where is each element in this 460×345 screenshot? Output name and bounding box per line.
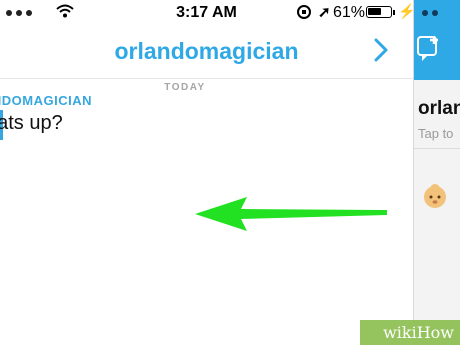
day-divider-label: TODAY: [164, 82, 206, 93]
orientation-lock-icon: [297, 5, 311, 19]
page-title[interactable]: orlandomagician: [0, 38, 413, 65]
chat-screen: 3:17 AM ➚ 61% ⚡ orlandomagician TODAY AN…: [0, 0, 413, 345]
friend-name[interactable]: orlan: [418, 98, 460, 120]
battery-icon: [366, 6, 392, 18]
location-arrow-icon: ➚: [318, 4, 331, 21]
message-text: hats up?: [0, 112, 63, 134]
new-chat-icon[interactable]: [417, 34, 443, 62]
chevron-right-icon[interactable]: [374, 38, 388, 62]
green-arrow-annotation: [195, 197, 387, 231]
signal-dots-icon: [422, 10, 438, 16]
status-bar: 3:17 AM ➚ 61% ⚡: [0, 0, 413, 26]
battery-percent: 61%: [333, 4, 366, 21]
baby-face-emoji-icon: [424, 184, 446, 208]
friend-subtitle: Tap to: [418, 126, 454, 141]
panel-header: [414, 0, 460, 80]
divider: [414, 148, 460, 149]
watermark: wikiHow: [360, 320, 460, 345]
charging-bolt-icon: ⚡: [398, 3, 413, 19]
chat-header: orlandomagician: [0, 26, 413, 79]
battery-nub: [393, 10, 395, 15]
friend-list-panel: orlan Tap to: [413, 0, 460, 345]
message-sender: ANDOMAGICIAN: [0, 93, 92, 108]
